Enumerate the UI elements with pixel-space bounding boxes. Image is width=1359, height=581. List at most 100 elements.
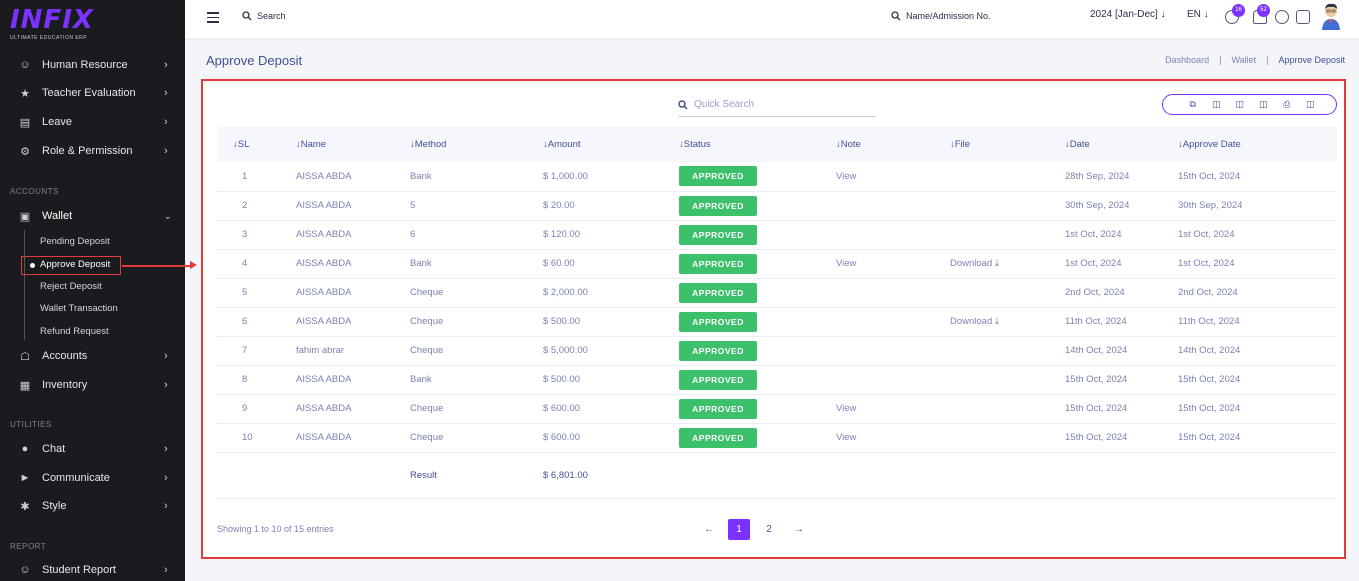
sidebar-subitem-approve-deposit[interactable]: Approve Deposit — [21, 256, 121, 275]
cell-name: AISSA ABDA — [296, 200, 352, 211]
cell-amount: $ 60.00 — [543, 258, 575, 269]
cell-sl: 2 — [242, 200, 248, 211]
column-header-sl[interactable]: ↓SL — [217, 127, 280, 162]
language-select[interactable]: EN ↓ — [1187, 9, 1209, 20]
student-search-label: Name/Admission No. — [906, 11, 991, 21]
cell-sl: 7 — [242, 345, 248, 356]
sidebar-subitem-reject-deposit[interactable]: Reject Deposit — [40, 279, 102, 295]
cell-sl: 5 — [242, 287, 248, 298]
column-header-name[interactable]: ↓Name — [280, 127, 394, 162]
sidebar-subitem-refund-request[interactable]: Refund Request — [40, 324, 109, 340]
cell-approve-date: 15th Oct, 2024 — [1178, 374, 1241, 385]
globe-icon[interactable] — [1275, 10, 1289, 24]
column-header-approve-date[interactable]: ↓Approve Date — [1162, 127, 1337, 162]
next-page-button[interactable]: → — [788, 519, 810, 540]
column-header-file[interactable]: ↓File — [934, 127, 1049, 162]
download-link[interactable]: Download ⤓ — [950, 316, 999, 327]
cell-sl: 1 — [242, 170, 248, 182]
cell-method: Cheque — [410, 316, 444, 327]
section-report: REPORT — [10, 542, 47, 551]
sidebar-item-style[interactable]: ✱ Style › — [0, 494, 185, 518]
cell-date: 2nd Oct, 2024 — [1065, 287, 1125, 298]
sidebar-item-accounts[interactable]: ☖ Accounts › — [0, 344, 185, 368]
cell-amount: $ 600.00 — [543, 403, 580, 414]
megaphone-icon: ► — [19, 472, 31, 484]
columns-icon[interactable]: ◫ — [1304, 99, 1316, 111]
sidebar-item-leave[interactable]: ▤ Leave › — [0, 110, 185, 134]
search-button[interactable]: Search — [242, 11, 286, 21]
table-row: 6 AISSA ABDA Cheque $ 500.00 APPROVED Downloa… — [217, 307, 1337, 336]
breadcrumb: Dashboard | Wallet | Approve Deposit — [1165, 55, 1345, 65]
quick-search-input[interactable]: Quick Search — [678, 93, 876, 117]
table-row: 10 AISSA ABDA Cheque $ 600.00 APPROVED View 15… — [217, 423, 1337, 452]
cell-sl: 8 — [242, 374, 248, 385]
menu-icon[interactable] — [207, 12, 219, 26]
cell-status: APPROVED — [663, 162, 820, 191]
cell-note — [820, 307, 934, 336]
session-select[interactable]: 2024 [Jan-Dec] ↓ — [1090, 9, 1166, 20]
chevron-right-icon: › — [164, 379, 168, 391]
cell-method: Bank — [410, 170, 432, 182]
cell-approve-date: 1st Oct, 2024 — [1178, 258, 1235, 269]
cell-status: APPROVED — [663, 365, 820, 394]
cell-amount: $ 500.00 — [543, 316, 580, 327]
breadcrumb-current: Approve Deposit — [1278, 55, 1345, 65]
download-link[interactable]: Download ⤓ — [950, 258, 999, 269]
csv-icon[interactable]: ◫ — [1234, 99, 1246, 111]
excel-icon[interactable]: ◫ — [1210, 99, 1222, 111]
sidebar-item-label: Communicate — [42, 472, 110, 484]
cell-method: Cheque — [410, 432, 444, 443]
student-search-input[interactable]: Name/Admission No. — [891, 11, 991, 21]
cell-date: 11th Oct, 2024 — [1065, 316, 1127, 327]
cell-file — [934, 191, 1049, 220]
sidebar-item-wallet[interactable]: ▣ Wallet ⌄ — [0, 204, 185, 228]
avatar[interactable] — [1320, 2, 1342, 30]
print-icon[interactable]: ⎙ — [1281, 99, 1293, 111]
cell-file — [934, 162, 1049, 191]
page-button-1[interactable]: 1 — [728, 519, 750, 540]
sidebar-item-student-report[interactable]: ☺ Student Report › — [0, 558, 185, 581]
sidebar-item-role-permission[interactable]: ⚙ Role & Permission › — [0, 139, 185, 163]
pdf-icon[interactable]: ◫ — [1257, 99, 1269, 111]
table-row: 2 AISSA ABDA 5 $ 20.00 APPROVED 30th Sep, 202… — [217, 191, 1337, 220]
column-header-status[interactable]: ↓Status — [663, 127, 820, 162]
cell-method: Bank — [410, 374, 432, 385]
sidebar-subitem-wallet-transaction[interactable]: Wallet Transaction — [40, 301, 118, 317]
sidebar-subitem-pending-deposit[interactable]: Pending Deposit — [40, 234, 110, 250]
sidebar-item-human-resource[interactable]: ☺ Human Resource › — [0, 53, 185, 77]
column-header-method[interactable]: ↓Method — [394, 127, 527, 162]
cell-file — [934, 278, 1049, 307]
search-icon — [891, 11, 901, 21]
cell-name: fahim abrar — [296, 345, 345, 356]
status-badge: APPROVED — [679, 369, 757, 390]
sidebar-item-inventory[interactable]: ▦ Inventory › — [0, 373, 185, 397]
column-header-note[interactable]: ↓Note — [820, 127, 934, 162]
view-note-link[interactable]: View — [836, 432, 856, 443]
sidebar-item-communicate[interactable]: ► Communicate › — [0, 466, 185, 490]
result-cell — [663, 452, 820, 498]
cell-note — [820, 365, 934, 394]
copy-icon[interactable]: ⧉ — [1187, 99, 1199, 111]
status-badge: APPROVED — [679, 427, 757, 448]
notification-badge: 52 — [1257, 4, 1270, 17]
status-badge: APPROVED — [679, 224, 757, 245]
view-note-link[interactable]: View — [836, 403, 856, 414]
sidebar-item-label: Wallet — [42, 210, 73, 222]
cell-approve-date: 1st Oct, 2024 — [1178, 229, 1235, 240]
column-header-date[interactable]: ↓Date — [1049, 127, 1162, 162]
chevron-down-icon: ⌄ — [164, 210, 172, 221]
sidebar-item-teacher-evaluation[interactable]: ★ Teacher Evaluation › — [0, 81, 185, 105]
column-header-amount[interactable]: ↓Amount — [527, 127, 663, 162]
cell-note — [820, 278, 934, 307]
view-note-link[interactable]: View — [836, 258, 856, 269]
page-button-2[interactable]: 2 — [758, 519, 780, 540]
breadcrumb-wallet[interactable]: Wallet — [1231, 55, 1256, 65]
chevron-right-icon: › — [164, 472, 168, 484]
sidebar-item-chat[interactable]: ● Chat › — [0, 437, 185, 461]
view-note-link[interactable]: View — [836, 171, 856, 182]
logo-text: INFIX — [10, 5, 94, 35]
prev-page-button[interactable]: ← — [698, 519, 720, 540]
breadcrumb-dashboard[interactable]: Dashboard — [1165, 55, 1209, 65]
chart-icon[interactable] — [1296, 10, 1310, 24]
logo[interactable]: INFIX ULTIMATE EDUCATION ERP — [10, 6, 94, 41]
